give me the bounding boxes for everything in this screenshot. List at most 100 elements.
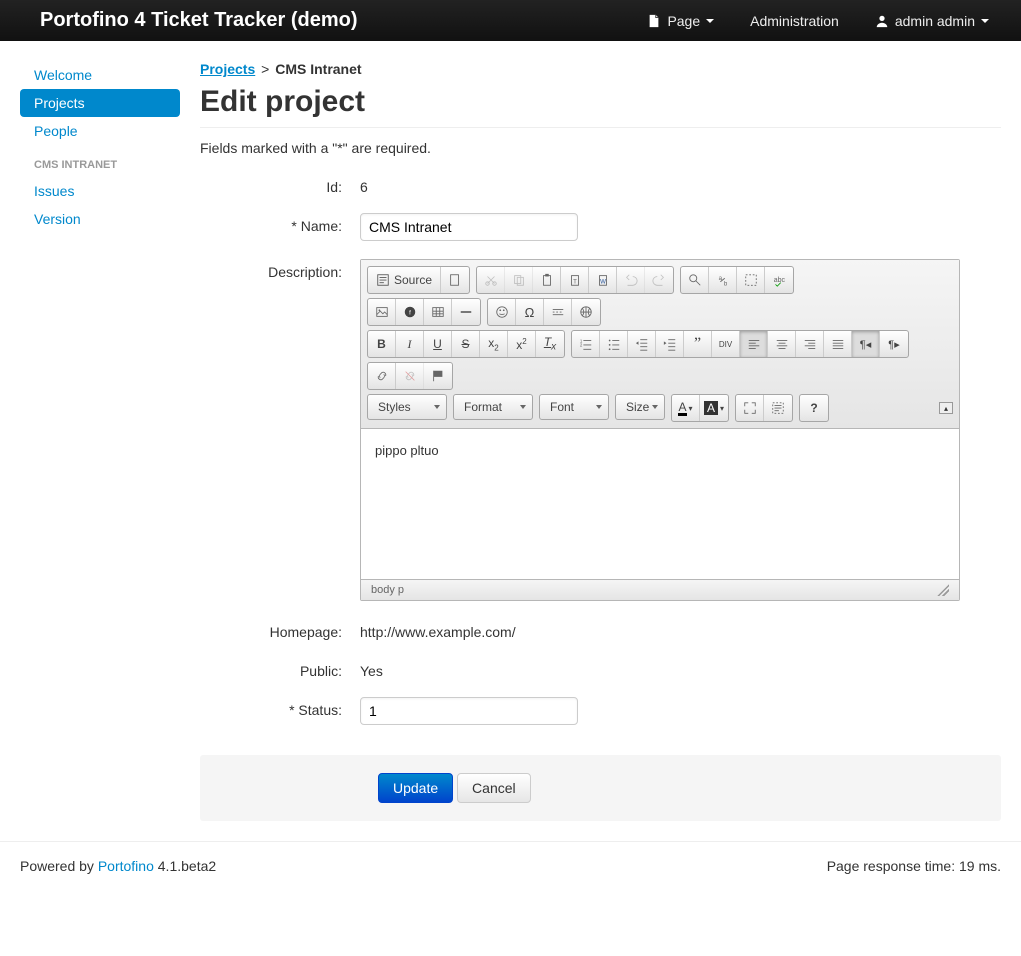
editor-newpage-button[interactable]: [441, 267, 469, 293]
nav-page-dropdown[interactable]: Page: [635, 3, 726, 39]
update-button[interactable]: Update: [378, 773, 453, 803]
editor-format-select[interactable]: Format: [453, 394, 533, 420]
page-icon: [647, 14, 661, 28]
editor-removeformat-button[interactable]: Tx: [536, 331, 564, 357]
page-title: Edit project: [200, 85, 1001, 128]
editor-replace-button[interactable]: ab: [709, 267, 737, 293]
paste-word-icon: W: [596, 273, 610, 287]
editor-content-area[interactable]: pippo pltuo: [361, 429, 959, 579]
help-icon: ?: [810, 401, 817, 415]
editor-align-left-button[interactable]: [740, 331, 768, 357]
cancel-button[interactable]: Cancel: [457, 773, 531, 803]
editor-cut-button[interactable]: [477, 267, 505, 293]
editor-unlink-button[interactable]: [396, 363, 424, 389]
caret-down-icon: [706, 19, 714, 23]
editor-resize-handle[interactable]: [937, 584, 949, 596]
editor-bulletedlist-button[interactable]: [600, 331, 628, 357]
editor-redo-button[interactable]: [645, 267, 673, 293]
required-help-text: Fields marked with a "*" are required.: [200, 140, 1001, 156]
editor-blockquote-button[interactable]: ”: [684, 331, 712, 357]
editor-elements-path[interactable]: body p: [371, 584, 404, 596]
id-label: Id:: [200, 174, 360, 195]
footer-portofino-link[interactable]: Portofino: [98, 858, 154, 874]
nav-user-label: admin admin: [895, 13, 975, 29]
editor-table-button[interactable]: [424, 299, 452, 325]
editor-size-select[interactable]: Size: [615, 394, 665, 420]
sidebar-item-welcome[interactable]: Welcome: [20, 61, 180, 89]
editor-image-button[interactable]: [368, 299, 396, 325]
replace-icon: ab: [716, 273, 730, 287]
editor-styles-select[interactable]: Styles: [367, 394, 447, 420]
editor-bgcolor-button[interactable]: A▾: [700, 395, 728, 421]
editor-font-select[interactable]: Font: [539, 394, 609, 420]
editor-collapse-button[interactable]: ▴: [939, 402, 953, 414]
homepage-value: http://www.example.com/: [360, 619, 516, 640]
nav-user-dropdown[interactable]: admin admin: [863, 3, 1001, 39]
editor-bold-button[interactable]: B: [368, 331, 396, 357]
name-input[interactable]: [360, 213, 578, 241]
source-icon: [376, 273, 390, 287]
sidebar-item-projects[interactable]: Projects: [20, 89, 180, 117]
editor-italic-button[interactable]: I: [396, 331, 424, 357]
editor-link-button[interactable]: [368, 363, 396, 389]
editor-maximize-button[interactable]: [736, 395, 764, 421]
editor-content-text: pippo pltuo: [375, 443, 439, 458]
sidebar-item-version[interactable]: Version: [20, 205, 180, 233]
superscript-icon: x2: [516, 337, 526, 352]
editor-subscript-button[interactable]: x2: [480, 331, 508, 357]
editor-selectall-button[interactable]: [737, 267, 765, 293]
editor-smiley-button[interactable]: [488, 299, 516, 325]
caret-down-icon: [596, 405, 602, 409]
svg-text:T: T: [573, 279, 577, 286]
editor-indent-button[interactable]: [656, 331, 684, 357]
editor-underline-button[interactable]: U: [424, 331, 452, 357]
editor-align-center-button[interactable]: [768, 331, 796, 357]
editor-paste-text-button[interactable]: T: [561, 267, 589, 293]
editor-ltr-button[interactable]: ¶◂: [852, 331, 880, 357]
editor-paste-button[interactable]: [533, 267, 561, 293]
editor-textcolor-button[interactable]: A▾: [672, 395, 700, 421]
subscript-icon: x2: [488, 336, 498, 352]
editor-outdent-button[interactable]: [628, 331, 656, 357]
link-icon: [375, 369, 389, 383]
table-icon: [431, 305, 445, 319]
footer-powered-suffix: 4.1.beta2: [154, 858, 216, 874]
italic-icon: I: [408, 337, 412, 352]
editor-anchor-button[interactable]: [424, 363, 452, 389]
copy-icon: [512, 273, 526, 287]
nav-administration[interactable]: Administration: [738, 3, 851, 39]
omega-icon: Ω: [525, 305, 535, 320]
editor-justify-button[interactable]: [824, 331, 852, 357]
editor-strike-button[interactable]: S: [452, 331, 480, 357]
editor-align-right-button[interactable]: [796, 331, 824, 357]
editor-numberedlist-button[interactable]: 12: [572, 331, 600, 357]
showblocks-icon: [771, 401, 785, 415]
editor-superscript-button[interactable]: x2: [508, 331, 536, 357]
editor-specialchar-button[interactable]: Ω: [516, 299, 544, 325]
align-right-icon: [803, 337, 817, 351]
editor-undo-button[interactable]: [617, 267, 645, 293]
editor-find-button[interactable]: [681, 267, 709, 293]
breadcrumb-root[interactable]: Projects: [200, 61, 255, 77]
editor-showblocks-button[interactable]: [764, 395, 792, 421]
editor-flash-button[interactable]: f: [396, 299, 424, 325]
editor-paste-word-button[interactable]: W: [589, 267, 617, 293]
editor-copy-button[interactable]: [505, 267, 533, 293]
svg-text:2: 2: [579, 343, 582, 348]
sidebar-item-people[interactable]: People: [20, 117, 180, 145]
editor-pagebreak-button[interactable]: [544, 299, 572, 325]
editor-spellcheck-button[interactable]: abc: [765, 267, 793, 293]
svg-text:b: b: [723, 280, 727, 287]
footer-powered-prefix: Powered by: [20, 858, 98, 874]
status-input[interactable]: [360, 697, 578, 725]
editor-source-button[interactable]: Source: [368, 267, 441, 293]
editor-hr-button[interactable]: [452, 299, 480, 325]
editor-about-button[interactable]: ?: [800, 395, 828, 421]
svg-text:W: W: [600, 279, 606, 286]
editor-div-button[interactable]: DIV: [712, 331, 740, 357]
editor-rtl-button[interactable]: ¶▸: [880, 331, 908, 357]
homepage-label: Homepage:: [200, 619, 360, 640]
sidebar-item-issues[interactable]: Issues: [20, 177, 180, 205]
cut-icon: [484, 273, 498, 287]
editor-iframe-button[interactable]: [572, 299, 600, 325]
